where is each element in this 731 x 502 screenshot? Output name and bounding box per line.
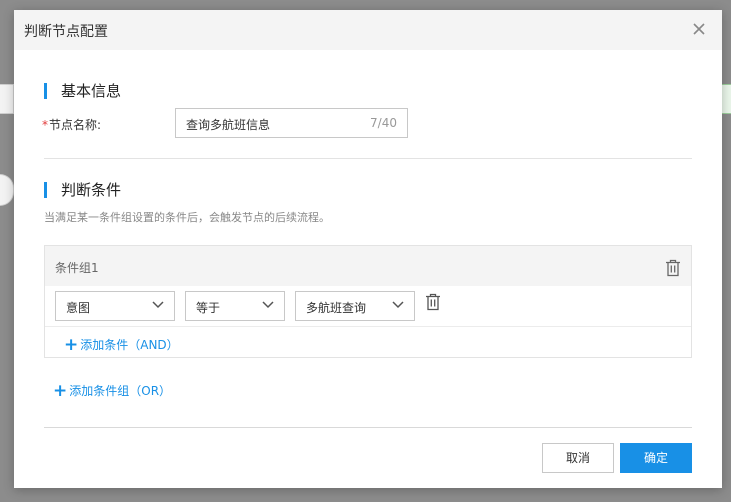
condition-operator-value: 等于 (196, 301, 221, 315)
background-node-left-round (0, 174, 14, 206)
node-name-label: *节点名称: (42, 116, 101, 133)
footer-divider (44, 427, 692, 428)
close-icon[interactable] (690, 20, 708, 38)
condition-group-header: 条件组1 (45, 246, 691, 286)
conditions-heading: 判断条件 (44, 179, 121, 200)
node-name-value[interactable]: 查询多航班信息 (186, 116, 270, 133)
condition-row-divider (45, 326, 691, 327)
section-divider (44, 158, 692, 159)
ok-button[interactable]: 确定 (620, 443, 692, 473)
chevron-down-icon (262, 301, 274, 309)
condition-operator-select[interactable]: 等于 (185, 291, 285, 321)
condition-field-select[interactable]: 意图 (55, 291, 175, 321)
plus-icon: + (64, 334, 79, 355)
add-group-label: 添加条件组（OR） (69, 384, 172, 398)
add-group-link[interactable]: + 添加条件组（OR） (53, 382, 171, 399)
conditions-hint: 当满足某一条件组设置的条件后，会触发节点的后续流程。 (44, 211, 330, 224)
dialog-header: 判断节点配置 (14, 10, 722, 50)
cancel-button[interactable]: 取消 (542, 443, 614, 473)
condition-field-value: 意图 (66, 301, 91, 315)
condition-group-title: 条件组1 (55, 261, 99, 275)
section-accent-bar (44, 82, 47, 99)
add-condition-label: 添加条件（AND） (80, 338, 179, 352)
chevron-down-icon (392, 301, 404, 309)
chevron-down-icon (152, 301, 164, 309)
dialog-title: 判断节点配置 (24, 24, 108, 40)
node-name-counter: 7/40 (370, 116, 397, 130)
plus-icon: + (53, 380, 68, 401)
judge-node-config-dialog: 判断节点配置 基本信息 *节点名称: 查询多航班信息 7/40 判断条件 当满足… (14, 10, 722, 488)
basic-info-heading: 基本信息 (44, 80, 121, 101)
delete-group-icon[interactable] (665, 259, 681, 277)
delete-condition-icon[interactable] (425, 293, 441, 311)
conditions-title: 判断条件 (61, 181, 122, 199)
section-accent-bar (44, 181, 47, 198)
node-name-label-text: 节点名称: (49, 118, 102, 132)
node-name-input[interactable]: 查询多航班信息 7/40 (175, 108, 408, 138)
condition-value-value: 多航班查询 (306, 301, 367, 315)
condition-value-select[interactable]: 多航班查询 (295, 291, 415, 321)
required-mark: * (42, 118, 48, 132)
basic-info-title: 基本信息 (61, 82, 122, 100)
background-node-right (721, 84, 731, 114)
add-condition-link[interactable]: + 添加条件（AND） (64, 336, 179, 353)
background-node-left (0, 84, 14, 114)
